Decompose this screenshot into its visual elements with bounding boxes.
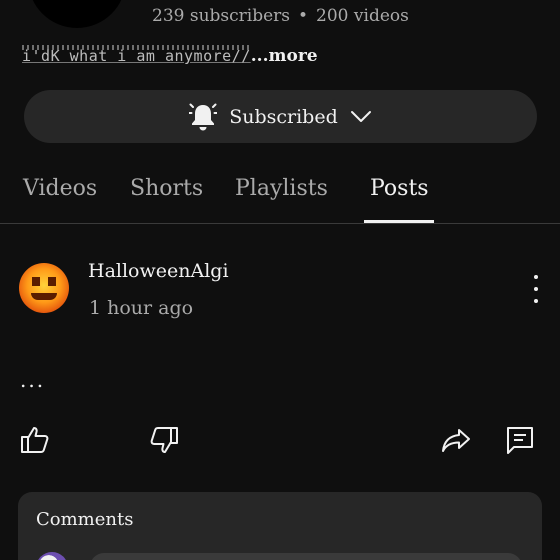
channel-tabs: Videos Shorts Playlists Posts (0, 172, 560, 224)
subscribed-button[interactable]: Subscribed (24, 90, 537, 143)
post-timestamp: 1 hour ago (89, 297, 194, 319)
comment-icon[interactable] (504, 424, 536, 456)
post-author-avatar[interactable] (19, 263, 69, 313)
active-tab-indicator (364, 220, 434, 223)
channel-description[interactable]: i'dK what i am anymore//...more (22, 45, 342, 72)
channel-page: 239 subscribers • 200 videos i'dK what i a… (0, 0, 560, 560)
bell-icon (189, 102, 218, 132)
user-avatar (36, 552, 68, 560)
subscribed-label: Subscribed (229, 105, 338, 128)
subscriber-count: 239 subscribers (152, 6, 291, 26)
like-icon[interactable] (19, 424, 51, 456)
more-link[interactable]: ...more (251, 46, 318, 66)
avatar-mouth (31, 293, 57, 300)
avatar-eye (32, 277, 40, 286)
tab-playlists[interactable]: Playlists (235, 176, 328, 201)
tab-videos[interactable]: Videos (23, 176, 97, 201)
comments-title: Comments (36, 509, 134, 530)
channel-stats: 239 subscribers • 200 videos (152, 6, 409, 26)
stats-separator: • (298, 6, 309, 26)
post-author-name[interactable]: HalloweenAlgi (88, 260, 229, 282)
description-text: i'dK what i am anymore// (22, 45, 251, 65)
comment-input[interactable] (90, 553, 522, 560)
avatar-eye (48, 277, 56, 286)
channel-avatar[interactable] (28, 0, 126, 28)
share-icon[interactable] (440, 424, 472, 456)
tab-shorts[interactable]: Shorts (130, 176, 203, 201)
dislike-icon[interactable] (148, 424, 180, 456)
video-count: 200 videos (316, 6, 409, 26)
post-text: ... (20, 368, 46, 392)
comments-panel[interactable]: Comments (18, 492, 542, 560)
tab-posts[interactable]: Posts (370, 176, 429, 201)
chevron-down-icon (350, 110, 372, 124)
more-options-icon[interactable] (528, 275, 544, 303)
